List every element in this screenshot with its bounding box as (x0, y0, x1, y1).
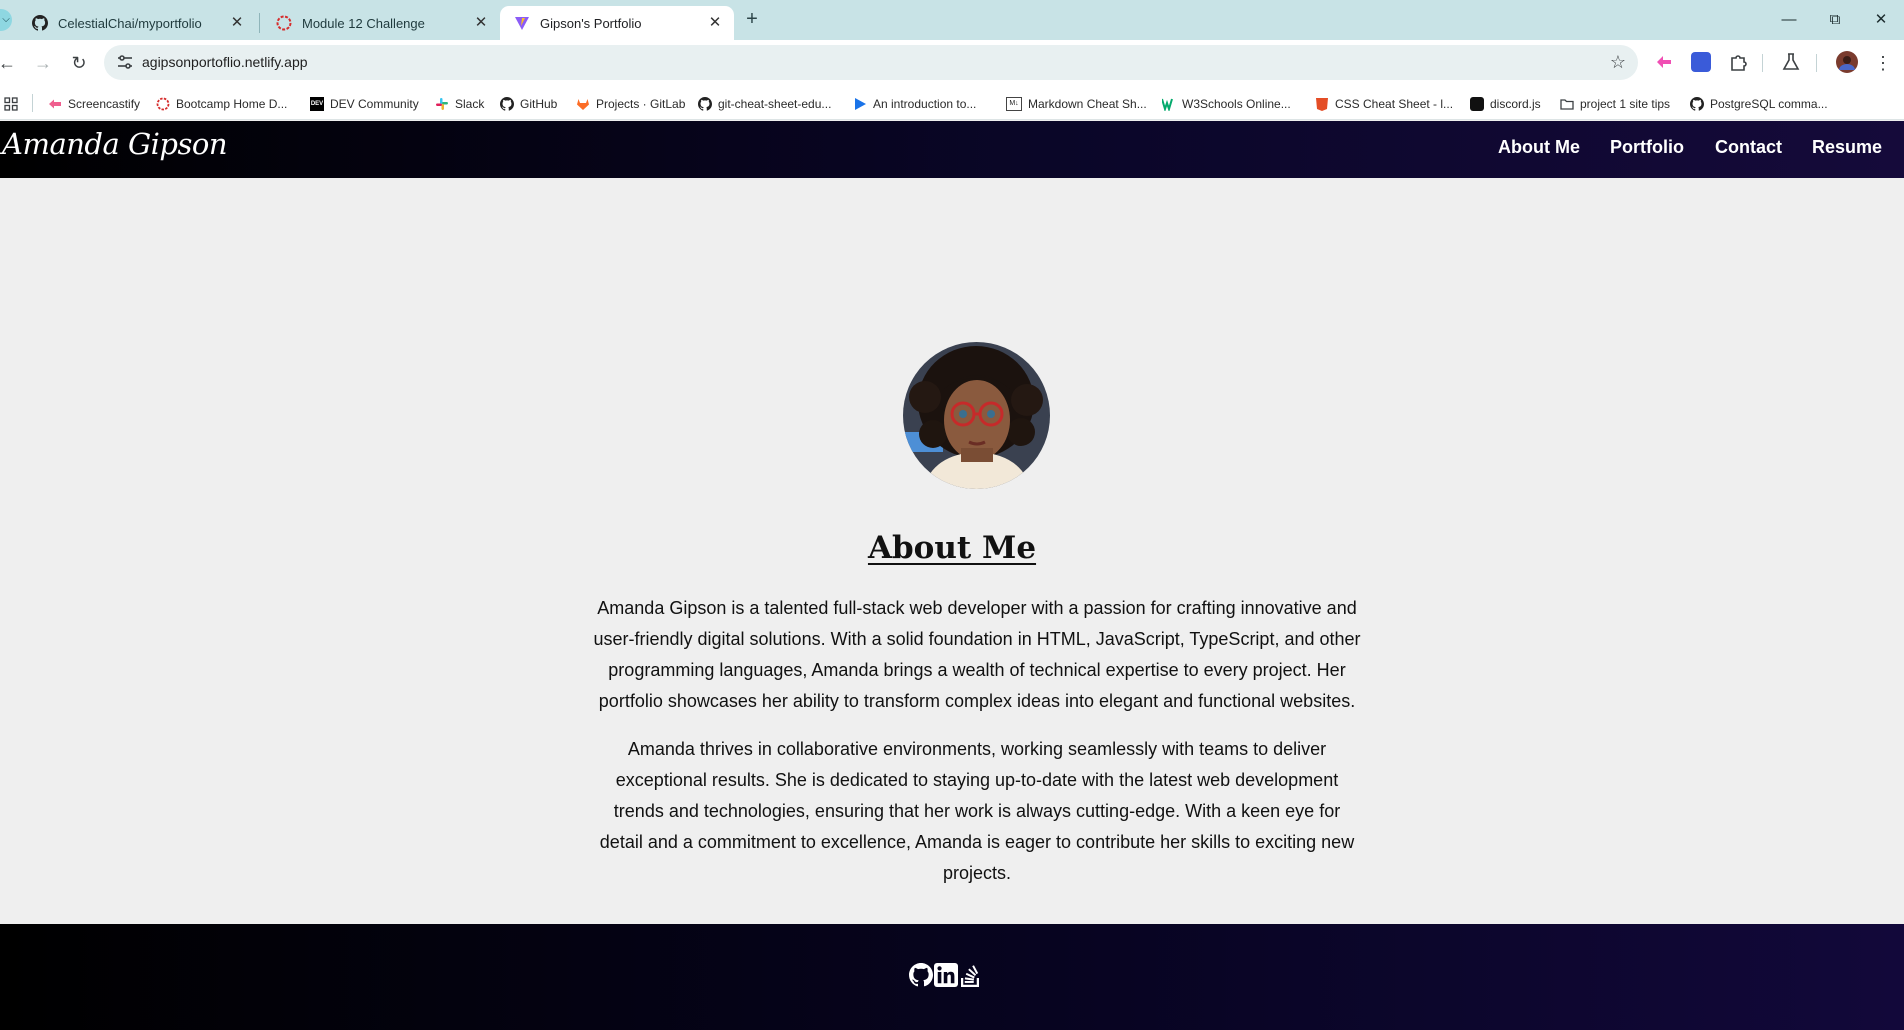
site-brand-logo[interactable]: Amanda Gipson (2, 127, 228, 161)
nav-resume[interactable]: Resume (1812, 137, 1882, 158)
labs-flask-icon[interactable] (1781, 52, 1801, 72)
tab-title: CelestialChai/myportfolio (58, 15, 202, 31)
bookmark-star-icon[interactable]: ☆ (1610, 52, 1626, 73)
bookmark-css-cheat-sheet[interactable]: CSS Cheat Sheet - l... (1315, 95, 1453, 113)
screencastify-icon (49, 99, 61, 109)
profile-avatar (903, 342, 1050, 489)
address-bar[interactable]: agipsonportoflio.netlify.app ☆ (104, 45, 1638, 80)
bookmark-github[interactable]: GitHub (500, 95, 557, 113)
about-paragraph-2: Amanda thrives in collaborative environm… (599, 739, 1355, 883)
browser-toolbar: ← → ↻ agipsonportoflio.netlify.app ☆ ⋮ (0, 40, 1904, 86)
css-shield-icon (1316, 98, 1328, 111)
github-icon (1690, 97, 1704, 111)
close-tab-icon[interactable]: ✕ (472, 14, 490, 32)
tab-title: Gipson's Portfolio (540, 15, 642, 31)
discordjs-icon (1470, 97, 1484, 111)
bookmark-label: CSS Cheat Sheet - l... (1335, 97, 1454, 111)
w3schools-icon (1162, 98, 1173, 111)
site-header: Amanda Gipson About Me Portfolio Contact… (0, 121, 1904, 178)
close-window-icon[interactable]: ✕ (1858, 6, 1904, 34)
tab-myportfolio[interactable]: CelestialChai/myportfolio ✕ (18, 6, 256, 40)
bookmark-gitlab-projects[interactable]: Projects · GitLab (576, 95, 685, 113)
bookmark-w3schools[interactable]: W3Schools Online... (1162, 95, 1291, 113)
bookmark-screencastify[interactable]: Screencastify (48, 95, 140, 113)
bookmark-label: discord.js (1490, 97, 1541, 111)
address-url: agipsonportoflio.netlify.app (142, 54, 308, 70)
about-section: About Me Amanda Gipson is a talented ful… (0, 178, 1904, 924)
bookmark-bootcamp-home[interactable]: Bootcamp Home D... (156, 95, 287, 113)
bookmark-label: An introduction to... (873, 97, 977, 111)
about-paragraph-1: Amanda Gipson is a talented full-stack w… (593, 598, 1361, 711)
slack-icon (436, 98, 448, 110)
toolbar-divider (1762, 54, 1763, 72)
bookmark-label: Bootcamp Home D... (176, 97, 288, 111)
extensions-puzzle-icon[interactable] (1728, 52, 1748, 72)
forward-icon[interactable]: → (30, 50, 56, 76)
vite-icon (515, 17, 529, 30)
stackoverflow-icon[interactable] (958, 963, 982, 987)
bookmark-discordjs[interactable]: discord.js (1470, 95, 1541, 113)
bookmark-label: Screencastify (68, 97, 141, 111)
bookmarks-bar: Screencastify Bootcamp Home D... DEV DEV… (0, 86, 1904, 120)
bookmark-label: Slack (455, 97, 485, 111)
browser-menu-icon[interactable]: ⋮ (1870, 50, 1896, 76)
bootcamp-icon (156, 97, 170, 111)
bookmark-label: project 1 site tips (1580, 97, 1671, 111)
linkedin-icon[interactable] (934, 963, 958, 987)
bookmark-folder-project1[interactable]: project 1 site tips (1560, 95, 1670, 113)
minimize-icon[interactable]: — (1766, 6, 1812, 34)
markdown-icon: M↓ (1006, 97, 1022, 111)
bookmark-dev-community[interactable]: DEV DEV Community (310, 95, 419, 113)
profile-avatar-icon[interactable] (1836, 51, 1858, 73)
bookmark-label: GitHub (520, 97, 558, 111)
github-icon (32, 15, 48, 31)
nav-about-me[interactable]: About Me (1498, 137, 1580, 158)
tab-title: Module 12 Challenge (302, 15, 425, 31)
nav-contact[interactable]: Contact (1715, 137, 1782, 158)
bookmark-divider (32, 94, 33, 112)
about-heading: About Me (867, 530, 1037, 566)
bookmark-label: W3Schools Online... (1182, 97, 1291, 111)
github-icon (500, 97, 514, 111)
github-icon (698, 97, 712, 111)
tab-search-chevron-icon[interactable]: ⌵ (0, 9, 12, 31)
play-icon (855, 98, 866, 110)
bookmark-label: Markdown Cheat Sh... (1028, 97, 1147, 111)
back-icon[interactable]: ← (0, 50, 20, 76)
extension-icon[interactable] (1691, 52, 1711, 72)
site-settings-icon[interactable] (116, 53, 134, 71)
gitlab-icon (577, 99, 589, 110)
github-icon[interactable] (909, 963, 933, 987)
bookmark-slack[interactable]: Slack (435, 95, 484, 113)
bookmark-markdown-cheat-sheet[interactable]: M↓ Markdown Cheat Sh... (1006, 95, 1147, 113)
folder-icon (1560, 99, 1574, 110)
new-tab-icon[interactable]: + (740, 8, 764, 32)
site-footer (0, 924, 1904, 1030)
close-tab-icon[interactable]: ✕ (228, 14, 246, 32)
bookmark-label: PostgreSQL comma... (1710, 97, 1828, 111)
bootcamp-icon (276, 15, 292, 31)
bookmark-introduction[interactable]: An introduction to... (853, 95, 976, 113)
nav-portfolio[interactable]: Portfolio (1610, 137, 1684, 158)
bookmark-git-cheat-sheet[interactable]: git-cheat-sheet-edu... (698, 95, 831, 113)
tab-divider (259, 13, 260, 33)
tab-gipsons-portfolio[interactable]: Gipson's Portfolio ✕ (500, 6, 734, 40)
bookmark-label: git-cheat-sheet-edu... (718, 97, 832, 111)
bookmark-label: DEV Community (330, 97, 419, 111)
browser-tab-strip: ⌵ CelestialChai/myportfolio ✕ Module 12 … (0, 0, 1904, 40)
restore-icon[interactable]: ⧉ (1812, 6, 1858, 34)
toolbar-divider (1816, 54, 1817, 72)
reload-icon[interactable]: ↻ (66, 50, 92, 76)
close-tab-icon[interactable]: ✕ (706, 14, 724, 32)
bookmark-postgresql[interactable]: PostgreSQL comma... (1690, 95, 1828, 113)
tab-module-12[interactable]: Module 12 Challenge ✕ (262, 6, 500, 40)
apps-grid-icon[interactable] (4, 95, 18, 113)
bookmark-label: Projects · GitLab (596, 97, 686, 111)
dev-icon: DEV (310, 97, 324, 111)
screencastify-extension-icon[interactable] (1654, 52, 1674, 72)
